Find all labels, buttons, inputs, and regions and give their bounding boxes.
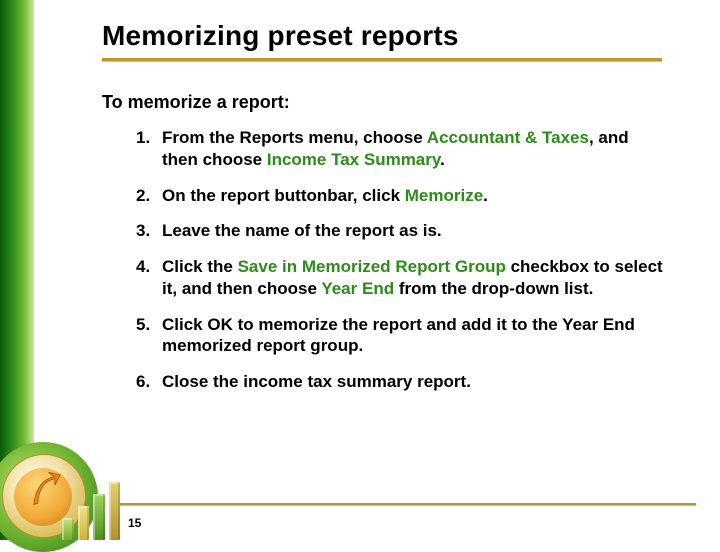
- list-item: Leave the name of the report as is.: [136, 220, 668, 242]
- list-item: Click the Save in Memorized Report Group…: [136, 256, 668, 300]
- step-text: from the drop-down list.: [394, 279, 593, 298]
- list-item: Close the income tax summary report.: [136, 371, 668, 393]
- page-number: 15: [128, 516, 141, 530]
- list-item: From the Reports menu, choose Accountant…: [136, 127, 668, 171]
- footer-divider: [120, 503, 696, 506]
- decorative-bar: [109, 482, 121, 540]
- step-text: .: [483, 186, 488, 205]
- lead-text: To memorize a report:: [102, 92, 696, 113]
- slide-body: Memorizing preset reports To memorize a …: [34, 0, 720, 540]
- slide-title: Memorizing preset reports: [102, 20, 696, 52]
- list-item: Click OK to memorize the report and add …: [136, 314, 668, 358]
- step-text: Click the: [162, 257, 238, 276]
- step-text: Leave the name of the report as is.: [162, 221, 442, 240]
- keyword: Memorize: [405, 186, 483, 205]
- step-text: From the Reports menu, choose: [162, 128, 427, 147]
- keyword: Accountant & Taxes: [427, 128, 589, 147]
- title-divider: [102, 58, 662, 62]
- step-text: On the report buttonbar, click: [162, 186, 405, 205]
- decorative-bar: [78, 506, 90, 540]
- corner-art: [0, 422, 118, 540]
- keyword: Save in Memorized Report Group: [238, 257, 506, 276]
- decorative-bar: [62, 518, 74, 540]
- decorative-bar: [93, 494, 105, 540]
- step-text: Close the income tax summary report.: [162, 372, 471, 391]
- bar-chart-icon: [62, 480, 120, 540]
- steps-list: From the Reports menu, choose Accountant…: [116, 127, 696, 393]
- list-item: On the report buttonbar, click Memorize.: [136, 185, 668, 207]
- step-text: .: [440, 150, 445, 169]
- keyword: Year End: [321, 279, 394, 298]
- keyword: Income Tax Summary: [267, 150, 440, 169]
- step-text: Click OK to memorize the report and add …: [162, 315, 635, 356]
